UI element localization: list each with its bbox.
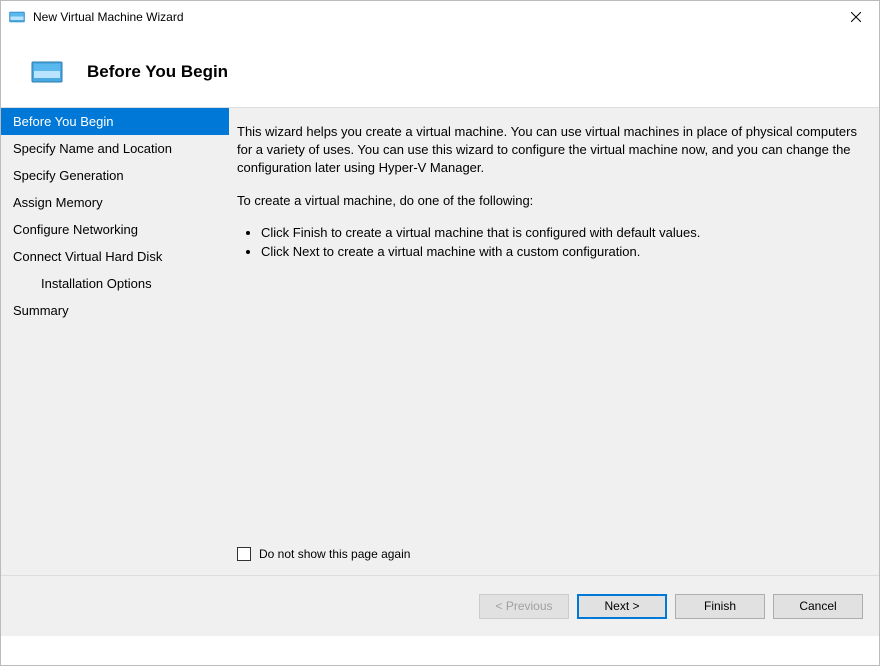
hyperv-icon — [9, 10, 25, 24]
sidebar-item-assign-memory[interactable]: Assign Memory — [1, 189, 229, 216]
main-area: Before You Begin Specify Name and Locati… — [1, 107, 879, 576]
titlebar: New Virtual Machine Wizard — [1, 1, 879, 33]
previous-button: < Previous — [479, 594, 569, 619]
window-title: New Virtual Machine Wizard — [33, 10, 184, 24]
sidebar-item-configure-networking[interactable]: Configure Networking — [1, 216, 229, 243]
intro-text: This wizard helps you create a virtual m… — [237, 123, 859, 178]
sidebar: Before You Begin Specify Name and Locati… — [1, 108, 229, 575]
sidebar-item-summary[interactable]: Summary — [1, 297, 229, 324]
hyperv-icon — [31, 61, 63, 83]
prompt-text: To create a virtual machine, do one of t… — [237, 192, 859, 210]
bullet-next: Click Next to create a virtual machine w… — [261, 243, 859, 261]
cancel-button[interactable]: Cancel — [773, 594, 863, 619]
bullet-finish: Click Finish to create a virtual machine… — [261, 224, 859, 242]
sidebar-item-specify-generation[interactable]: Specify Generation — [1, 162, 229, 189]
close-button[interactable] — [833, 1, 879, 33]
footer: < Previous Next > Finish Cancel — [1, 576, 879, 636]
bullet-list: Click Finish to create a virtual machine… — [261, 224, 859, 261]
next-button[interactable]: Next > — [577, 594, 667, 619]
checkbox-row: Do not show this page again — [237, 547, 859, 563]
content-body: This wizard helps you create a virtual m… — [237, 123, 859, 547]
sidebar-item-installation-options[interactable]: Installation Options — [1, 270, 229, 297]
sidebar-item-before-you-begin[interactable]: Before You Begin — [1, 108, 229, 135]
sidebar-item-connect-virtual-hard-disk[interactable]: Connect Virtual Hard Disk — [1, 243, 229, 270]
content-pane: This wizard helps you create a virtual m… — [229, 108, 879, 575]
titlebar-left: New Virtual Machine Wizard — [9, 10, 184, 24]
page-title: Before You Begin — [87, 62, 228, 82]
checkbox-do-not-show[interactable] — [237, 547, 251, 561]
sidebar-item-specify-name-location[interactable]: Specify Name and Location — [1, 135, 229, 162]
finish-button[interactable]: Finish — [675, 594, 765, 619]
header-section: Before You Begin — [1, 33, 879, 107]
checkbox-label[interactable]: Do not show this page again — [259, 547, 410, 561]
